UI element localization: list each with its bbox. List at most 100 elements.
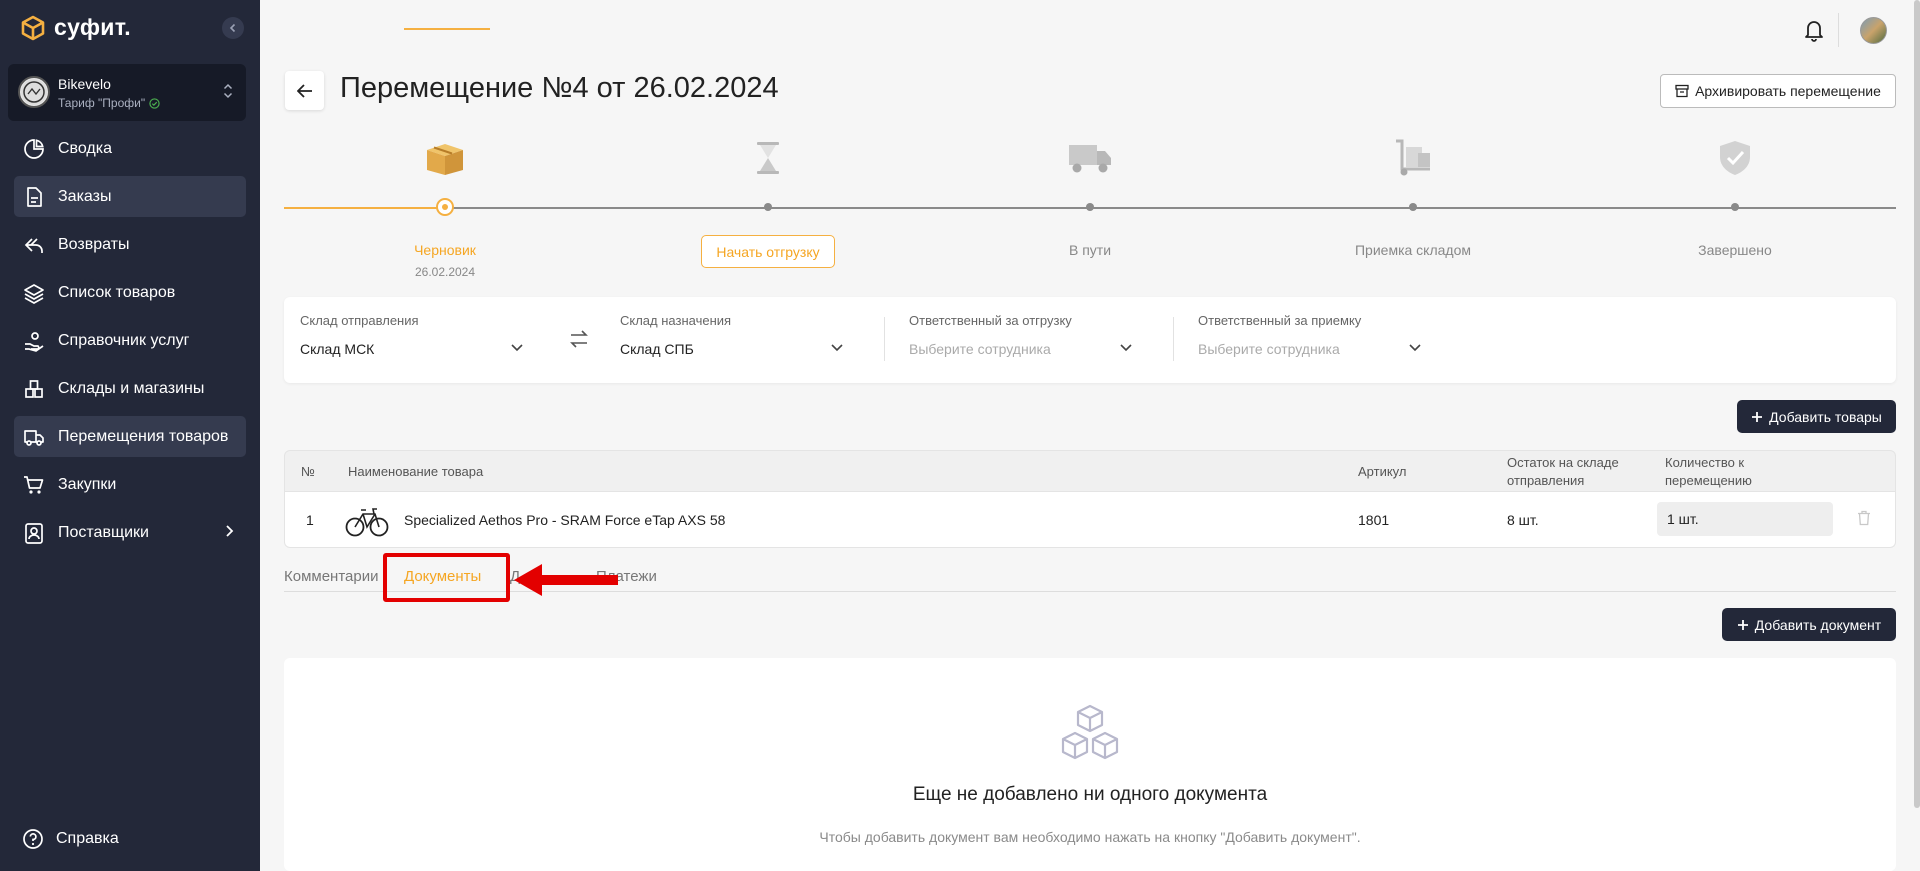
- account-switcher[interactable]: Bikevelo Тариф "Профи": [8, 64, 246, 121]
- trash-icon[interactable]: [1857, 510, 1871, 526]
- step-label-in-transit: В пути: [1068, 242, 1112, 258]
- help-label: Справка: [56, 830, 119, 847]
- shipment-responsible-select[interactable]: Ответственный за отгрузку Выберите сотру…: [909, 313, 1141, 357]
- cart-icon: [22, 473, 46, 497]
- truck-icon: [22, 425, 46, 449]
- account-logo-icon: [21, 79, 47, 105]
- pie-chart-icon: [22, 137, 46, 161]
- nav-item-returns[interactable]: Возвраты: [14, 224, 246, 265]
- nav-item-purchases[interactable]: Закупки: [14, 464, 246, 505]
- chevron-down-icon: [831, 344, 843, 352]
- col-stock-line2: отправления: [1507, 473, 1585, 488]
- quantity-input[interactable]: 1 шт.: [1657, 502, 1833, 536]
- goods-table: № Наименование товара Артикул Остаток на…: [284, 450, 1896, 548]
- step-dot: [1731, 203, 1739, 211]
- step-dot: [1086, 203, 1094, 211]
- start-shipment-button[interactable]: Начать отгрузку: [701, 235, 835, 268]
- page-title: Перемещение №4 от 26.02.2024: [340, 72, 779, 104]
- col-qty: Количество к перемещению: [1665, 451, 1752, 493]
- nav-item-warehouses[interactable]: Склады и магазины: [14, 368, 246, 409]
- source-warehouse-label: Склад отправления: [300, 313, 419, 328]
- tab-comments[interactable]: Комментарии: [284, 568, 378, 585]
- nav-item-orders[interactable]: Заказы: [14, 176, 246, 217]
- box-icon: [345, 136, 545, 180]
- check-circle-icon: [149, 97, 160, 109]
- step-start-shipment: Начать отгрузку: [668, 136, 868, 268]
- swap-icon[interactable]: [569, 330, 589, 348]
- shipment-responsible-label: Ответственный за отгрузку: [909, 313, 1072, 328]
- collapse-sidebar-button[interactable]: [222, 17, 244, 39]
- brand[interactable]: суфит.: [20, 14, 131, 41]
- add-document-button[interactable]: Добавить документ: [1722, 608, 1896, 641]
- product-thumbnail[interactable]: [345, 500, 389, 540]
- step-date-draft: 26.02.2024: [414, 265, 476, 279]
- step-receiving: Приемка складом: [1313, 136, 1513, 258]
- page-scrollbar[interactable]: [1914, 0, 1920, 808]
- nav-item-services[interactable]: Справочник услуг: [14, 320, 246, 361]
- archive-label: Архивировать перемещение: [1695, 83, 1881, 99]
- nav-item-transfers[interactable]: Перемещения товаров: [14, 416, 246, 457]
- bell-icon[interactable]: [1803, 18, 1825, 42]
- account-plan: Тариф "Профи": [58, 96, 160, 110]
- hand-service-icon: [22, 329, 46, 353]
- step-in-transit: В пути: [990, 136, 1190, 258]
- col-name: Наименование товара: [348, 464, 484, 479]
- source-warehouse-select[interactable]: Склад отправления Склад МСК: [300, 313, 532, 357]
- receiving-responsible-placeholder: Выберите сотрудника: [1198, 341, 1340, 357]
- step-label-completed: Завершено: [1698, 242, 1772, 258]
- col-stock-line1: Остаток на складе: [1507, 455, 1619, 470]
- empty-state-subtitle: Чтобы добавить документ вам необходимо н…: [819, 829, 1361, 845]
- step-dot-current: [436, 198, 454, 216]
- field-divider: [884, 317, 885, 361]
- account-avatar: [18, 76, 50, 108]
- archive-icon: [1675, 84, 1689, 98]
- user-avatar[interactable]: [1860, 17, 1887, 44]
- destination-warehouse-label: Склад назначения: [620, 313, 732, 328]
- add-goods-button[interactable]: Добавить товары: [1737, 400, 1896, 433]
- help-link[interactable]: Справка: [22, 828, 119, 850]
- chevron-right-icon: [226, 525, 234, 537]
- nav-label-suppliers: Поставщики: [58, 523, 149, 541]
- shipment-responsible-placeholder: Выберите сотрудника: [909, 341, 1051, 357]
- logo-icon: [21, 15, 45, 40]
- product-sku: 1801: [1358, 512, 1390, 528]
- nav-item-summary[interactable]: Сводка: [14, 128, 246, 169]
- document-icon: [22, 185, 46, 209]
- step-label-draft: Черновик: [414, 242, 476, 258]
- step-completed: Завершено: [1635, 136, 1835, 258]
- main-nav: Сводка Заказы Возвраты Список товаров Сп…: [14, 128, 246, 560]
- nav-item-suppliers[interactable]: Поставщики: [14, 512, 246, 553]
- sidebar: суфит. Bikevelo Тариф "Профи" Сводка Зак…: [0, 0, 260, 871]
- col-qty-line1: Количество к: [1665, 455, 1745, 470]
- truck-icon: [990, 136, 1190, 180]
- annotation-arrow-icon: [514, 564, 618, 596]
- chevron-down-icon: [511, 344, 523, 352]
- plus-icon: [1737, 619, 1748, 630]
- step-draft: Черновик 26.02.2024: [345, 136, 545, 279]
- receiving-responsible-select[interactable]: Ответственный за приемку Выберите сотруд…: [1198, 313, 1430, 357]
- chevron-updown-icon: [223, 83, 233, 99]
- chevron-down-icon: [1120, 344, 1132, 352]
- warehouse-card: Склад отправления Склад МСК Склад назнач…: [284, 297, 1896, 383]
- destination-warehouse-select[interactable]: Склад назначения Склад СПБ: [620, 313, 852, 357]
- nav-label-purchases: Закупки: [58, 475, 117, 493]
- boxes-icon: [22, 377, 46, 401]
- nav-item-products[interactable]: Список товаров: [14, 272, 246, 313]
- progress-completed: [284, 207, 444, 209]
- empty-boxes-icon: [1061, 704, 1119, 760]
- plus-icon: [1752, 411, 1763, 422]
- brand-name: суфит.: [54, 14, 131, 40]
- product-name[interactable]: Specialized Aethos Pro - SRAM Force eTap…: [404, 492, 725, 548]
- add-goods-label: Добавить товары: [1769, 408, 1882, 425]
- undo-icon: [22, 233, 46, 257]
- account-plan-label: Тариф "Профи": [58, 96, 146, 110]
- archive-transfer-button[interactable]: Архивировать перемещение: [1660, 74, 1896, 108]
- row-num: 1: [306, 512, 314, 528]
- nav-label-orders: Заказы: [58, 187, 112, 205]
- nav-label-transfers: Перемещения товаров: [58, 427, 229, 445]
- back-button[interactable]: [285, 71, 324, 110]
- step-dot: [1409, 203, 1417, 211]
- layers-icon: [22, 281, 46, 305]
- source-warehouse-value: Склад МСК: [300, 341, 375, 357]
- table-row[interactable]: 1 Specialized Aethos Pro - SRAM Force eT…: [284, 492, 1896, 548]
